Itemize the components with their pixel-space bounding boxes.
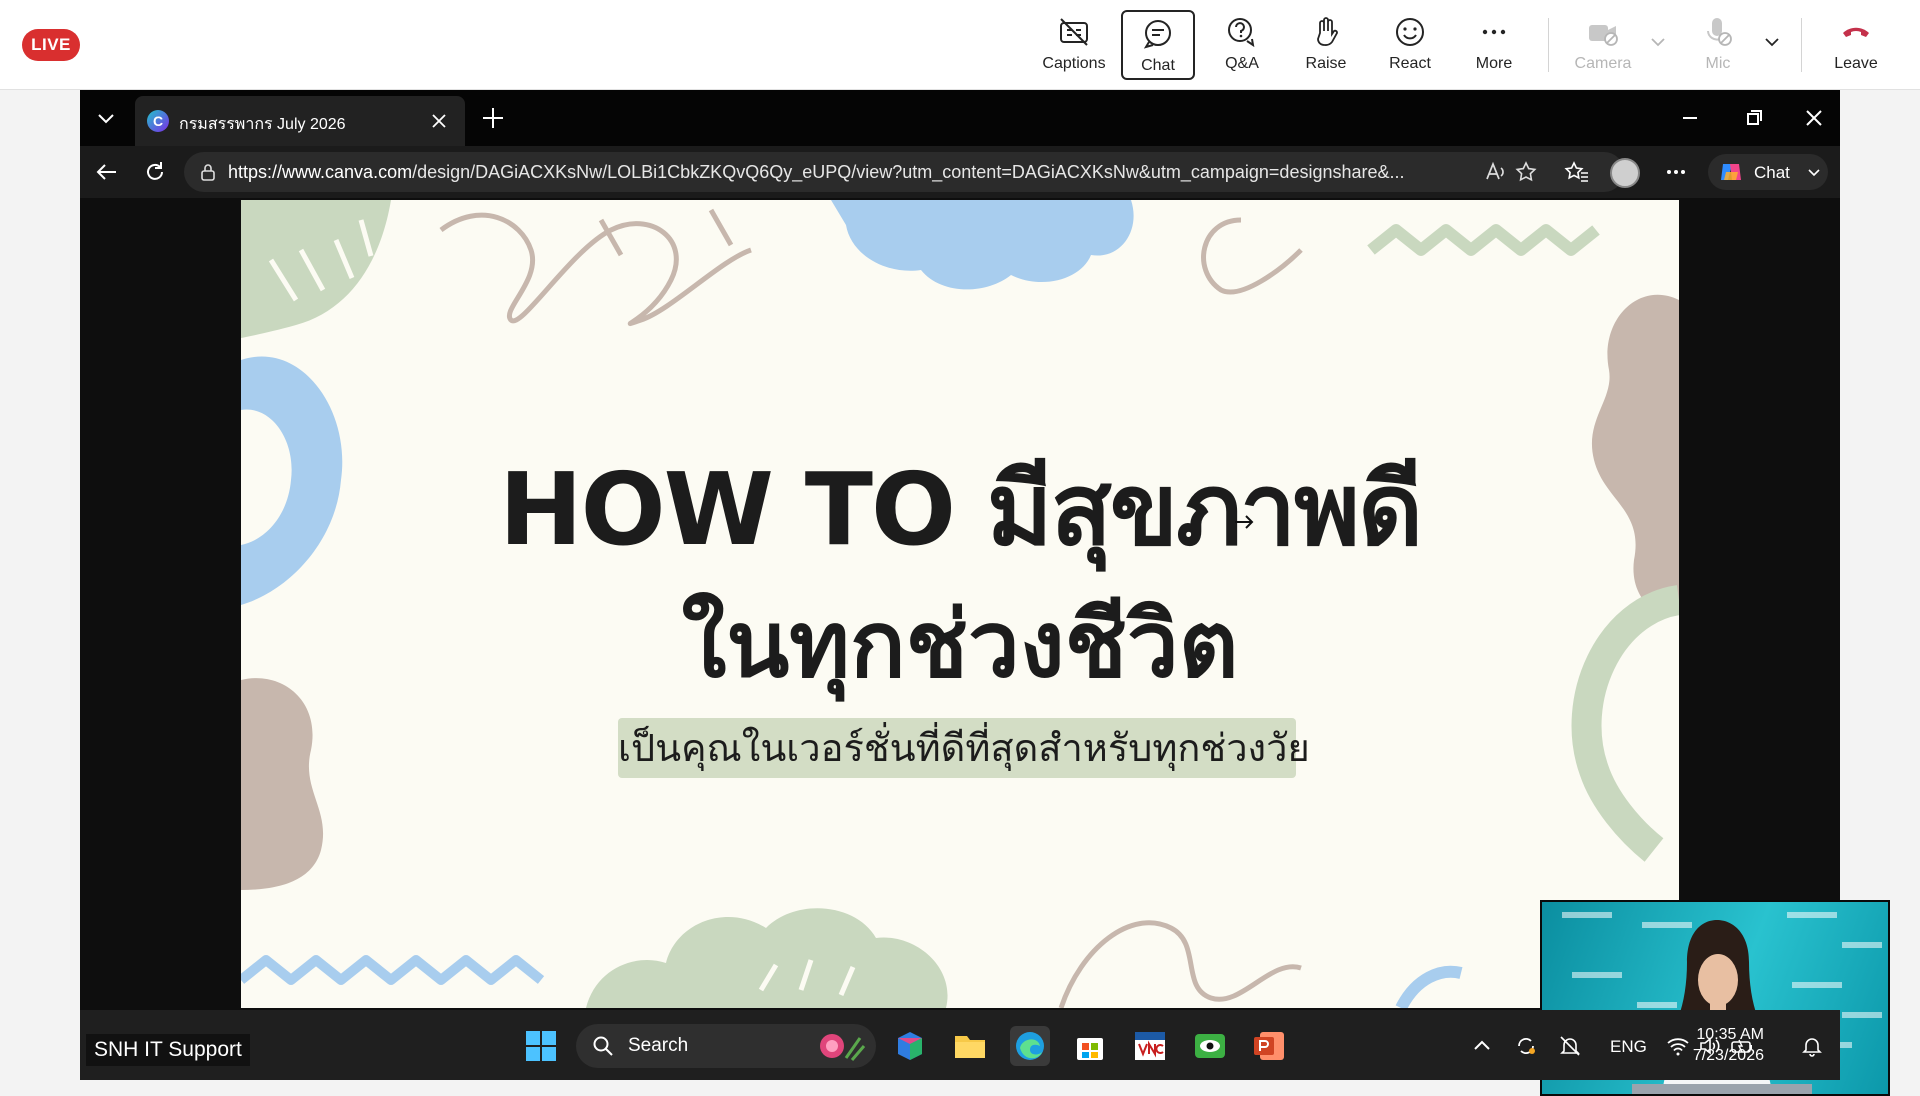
captions-button[interactable]: Captions	[1037, 10, 1111, 80]
copilot-label: Chat	[1754, 163, 1790, 182]
mic-options-chevron-icon[interactable]	[1762, 32, 1782, 52]
search-label: Search	[628, 1035, 689, 1056]
chevron-down-icon	[1808, 169, 1820, 177]
qa-button[interactable]: Q&A	[1205, 10, 1279, 80]
refresh-icon[interactable]	[142, 159, 168, 185]
edge-browser-icon[interactable]	[1010, 1026, 1050, 1066]
clock-time: 10:35 AM	[1696, 1026, 1764, 1043]
leave-label: Leave	[1834, 55, 1878, 72]
url-text: https://www.canva.com/design/DAGiACXKsNw…	[228, 162, 1448, 183]
microsoft-store-icon[interactable]	[1070, 1026, 1110, 1066]
file-explorer-icon[interactable]	[950, 1026, 990, 1066]
camera-button[interactable]: Camera	[1566, 10, 1640, 80]
taskbar-search[interactable]: Search	[576, 1024, 876, 1068]
browser-tab[interactable]: C กรมสรรพากร July 2026	[135, 96, 465, 146]
windows-start-icon[interactable]	[521, 1026, 561, 1066]
clock-date: 7/23/2026	[1692, 1047, 1764, 1064]
raise-label: Raise	[1305, 55, 1347, 72]
mic-button[interactable]: Mic	[1681, 10, 1755, 80]
live-badge: LIVE	[22, 29, 80, 61]
hang-up-icon	[1843, 27, 1869, 37]
qa-label: Q&A	[1225, 55, 1259, 72]
vnc-viewer-icon[interactable]	[1130, 1026, 1170, 1066]
windows-taskbar: SNH IT Support Search ENG 10:35 AM 7/23/…	[80, 1010, 1840, 1080]
smiley-icon	[1396, 18, 1424, 46]
m365-app-icon[interactable]	[890, 1026, 930, 1066]
qa-icon	[1228, 18, 1255, 48]
copilot-icon	[1721, 164, 1741, 180]
slide-title-line-1: HOW TO มีสุขภาพดี	[498, 451, 1423, 568]
search-highlight-flower-icon	[820, 1034, 866, 1061]
favorites-icon[interactable]	[1564, 159, 1590, 185]
teams-meeting-bar: LIVE Captions Chat Q&A Raise React More …	[0, 0, 1920, 90]
sync-icon[interactable]	[1514, 1034, 1538, 1058]
favorite-star-icon[interactable]	[1514, 160, 1538, 184]
canva-favicon-icon: C	[147, 110, 169, 132]
new-tab-icon[interactable]	[480, 105, 506, 131]
pointer-arrow-icon	[1235, 515, 1254, 529]
close-tab-icon[interactable]	[429, 111, 449, 131]
browser-tab-bar: C กรมสรรพากร July 2026	[80, 90, 1840, 146]
camera-label: Camera	[1574, 55, 1632, 72]
restore-icon[interactable]	[1740, 104, 1768, 132]
react-label: React	[1389, 55, 1431, 72]
read-aloud-icon[interactable]	[1484, 160, 1508, 184]
tab-actions-chevron-icon[interactable]	[94, 106, 118, 130]
system-clock[interactable]: 10:35 AM 7/23/2026	[1664, 1024, 1764, 1066]
toolbar-separator	[1801, 18, 1802, 72]
powerpoint-icon[interactable]	[1250, 1026, 1290, 1066]
captions-off-icon	[1060, 18, 1088, 46]
copilot-chat-button[interactable]: Chat	[1708, 154, 1828, 190]
presentation-slide: HOW TO มีสุขภาพดี ในทุกช่วงชีวิต เป็นคุณ…	[241, 200, 1679, 1008]
chat-label: Chat	[1141, 57, 1175, 74]
profile-avatar[interactable]	[1610, 158, 1640, 188]
back-arrow-icon[interactable]	[94, 159, 120, 185]
browser-menu-icon[interactable]	[1662, 158, 1690, 186]
participant-name-label: SNH IT Support	[86, 1034, 250, 1066]
browser-toolbar: https://www.canva.com/design/DAGiACXKsNw…	[80, 146, 1840, 198]
close-window-icon[interactable]	[1800, 104, 1828, 132]
notification-bell-icon[interactable]	[1800, 1034, 1824, 1058]
slide-title-line-2: ในทุกช่วงชีวิต	[681, 591, 1239, 698]
minimize-icon[interactable]	[1676, 104, 1704, 132]
mic-off-icon	[1707, 18, 1732, 46]
address-bar[interactable]: https://www.canva.com/design/DAGiACXKsNw…	[184, 152, 1624, 192]
captions-label: Captions	[1042, 55, 1106, 72]
toolbar-separator	[1548, 18, 1549, 72]
leave-button[interactable]: Leave	[1819, 10, 1893, 80]
shared-screen: C กรมสรรพากร July 2026 https://www.canva…	[80, 90, 1890, 1096]
url-path: /design/DAGiACXKsNw/LOLBi1CbkZKQvQ6Qy_eU…	[412, 162, 1405, 182]
search-icon	[593, 1036, 613, 1056]
tab-title: กรมสรรพากร July 2026	[179, 116, 346, 133]
raise-hand-button[interactable]: Raise	[1289, 10, 1363, 80]
chat-icon	[1143, 20, 1171, 49]
react-button[interactable]: React	[1373, 10, 1447, 80]
show-hidden-icons-chevron-icon[interactable]	[1470, 1034, 1494, 1058]
notifications-off-icon[interactable]	[1558, 1034, 1582, 1058]
more-icon	[1482, 29, 1506, 35]
more-button[interactable]: More	[1457, 10, 1531, 80]
url-domain: https://www.canva.com	[228, 162, 413, 182]
raise-hand-icon	[1317, 17, 1338, 46]
lock-icon[interactable]	[198, 162, 218, 182]
eye-app-icon[interactable]	[1190, 1026, 1230, 1066]
mic-label: Mic	[1705, 55, 1731, 72]
input-language[interactable]: ENG	[1610, 1037, 1647, 1057]
more-label: More	[1475, 55, 1513, 72]
slide-subtitle: เป็นคุณในเวอร์ชั่นที่ดีที่สุดสำหรับทุกช่…	[618, 718, 1310, 778]
chat-button[interactable]: Chat	[1121, 10, 1195, 80]
camera-off-icon	[1589, 25, 1618, 46]
camera-options-chevron-icon[interactable]	[1648, 32, 1668, 52]
